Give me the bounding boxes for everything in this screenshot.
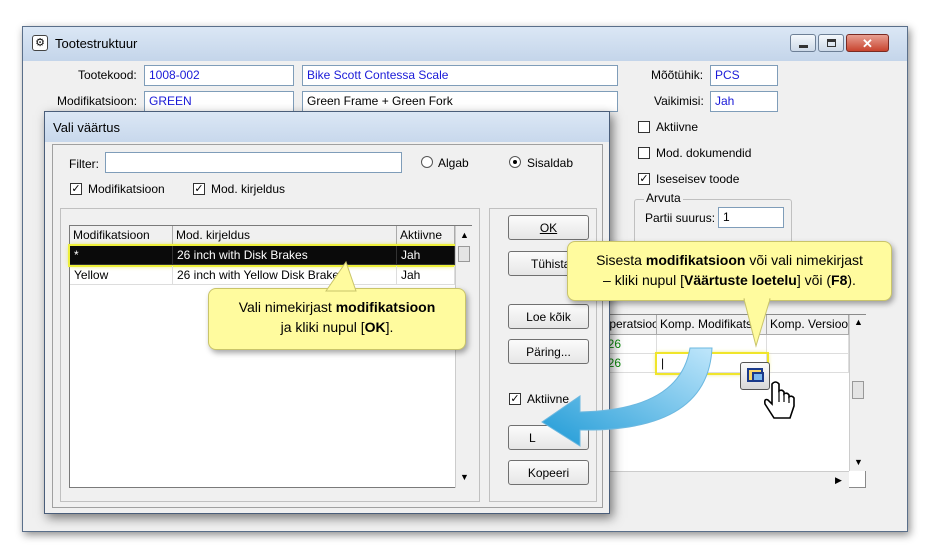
vaikimisi-label: Vaikimisi: [654, 94, 704, 108]
loe-koik-button-label: Loe kõik [526, 309, 571, 324]
list-scroll-up-icon[interactable]: ▲ [460, 230, 469, 240]
dialog-title: Vali väärtus [53, 120, 120, 135]
partii-field[interactable]: 1 [718, 207, 784, 228]
row-active: Jah [397, 246, 455, 265]
modifikatsioon-field[interactable]: GREEN [144, 91, 294, 112]
filter-input[interactable] [105, 152, 402, 173]
scroll-thumb[interactable] [852, 381, 864, 399]
kopeeri-button-label: Kopeeri [527, 465, 570, 480]
curved-arrow-icon [541, 347, 713, 447]
minimize-button[interactable] [790, 34, 816, 52]
tootekood-field[interactable]: 1008-002 [144, 65, 294, 86]
row-active[interactable]: Jah [397, 266, 455, 285]
row-mod: * [70, 246, 173, 265]
radio-sisaldab[interactable] [509, 156, 521, 168]
left-callout-line2: ja kliki nupul [OK]. [280, 319, 394, 335]
modification-desc-field[interactable]: Green Frame + Green Fork [302, 91, 618, 112]
col-header-aktiivne[interactable]: Aktiivne [397, 226, 455, 246]
radio-sisaldab-label: Sisaldab [527, 156, 574, 170]
radio-algab[interactable] [421, 156, 433, 168]
col-header-mod-kirjeldus[interactable]: Mod. kirjeldus [173, 226, 397, 246]
mootuhik-label: Mõõtühik: [651, 68, 704, 82]
modifikatsioon-label: Modifikatsioon: [57, 94, 138, 108]
scroll-down-icon[interactable]: ▼ [854, 457, 863, 467]
col-header-modifikatsioon[interactable]: Modifikatsioon [70, 226, 173, 246]
ok-button-label: OK [539, 220, 558, 235]
filter-label: Filter: [69, 157, 99, 171]
left-callout-line1: Vali nimekirjast modifikatsioon [238, 299, 436, 315]
tootekood-label: Tootekood: [78, 68, 137, 82]
l-button-label: L [529, 430, 536, 445]
mod-kirjeldus-checkbox[interactable]: ✓ [193, 183, 205, 195]
tuhista-button-label: Tühista [531, 256, 571, 271]
list-scroll-thumb[interactable] [458, 246, 470, 262]
list-vertical-scrollbar[interactable]: ▲ ▼ [455, 226, 472, 488]
close-icon: ✕ [862, 36, 873, 51]
modifikatsioon-checkbox-label: Modifikatsioon [88, 182, 165, 196]
app-icon: ⚙ [32, 35, 48, 51]
maximize-icon [827, 39, 836, 47]
scroll-up-icon[interactable]: ▲ [854, 317, 863, 327]
minimize-icon [799, 45, 808, 48]
iseseisev-checkbox[interactable]: ✓ [638, 173, 650, 185]
aktiivne-checkbox[interactable] [638, 121, 650, 133]
list-scroll-down-icon[interactable]: ▼ [460, 472, 469, 482]
right-callout-pointer [743, 298, 771, 348]
left-callout-pointer [325, 260, 357, 292]
mod-dokumendid-label: Mod. dokumendid [656, 146, 752, 160]
kopeeri-button[interactable]: Kopeeri [508, 460, 589, 485]
right-callout: Sisesta modifikatsioon või vali nimekirj… [567, 241, 892, 301]
right-callout-line1: Sisesta modifikatsioon või vali nimekirj… [596, 252, 863, 268]
selected-row[interactable]: * 26 inch with Disk Brakes Jah [68, 244, 457, 267]
hand-cursor-icon [764, 381, 795, 419]
ok-button[interactable]: OK [508, 215, 589, 240]
loe-koik-button[interactable]: Loe kõik [508, 304, 589, 329]
values-grid[interactable]: Modifikatsioon Mod. kirjeldus Aktiivne *… [68, 225, 472, 488]
aktiivne-filter-checkbox[interactable]: ✓ [509, 393, 521, 405]
mod-dokumendid-checkbox[interactable] [638, 147, 650, 159]
mod-kirjeldus-checkbox-label: Mod. kirjeldus [211, 182, 286, 196]
grid-horizontal-scrollbar[interactable]: ▶ [597, 471, 849, 488]
iseseisev-label: Iseseisev toode [656, 172, 740, 186]
vaikimisi-field[interactable]: Jah [710, 91, 778, 112]
maximize-button[interactable] [818, 34, 844, 52]
close-button[interactable]: ✕ [846, 34, 889, 52]
right-callout-line2: – kliki nupul [Väärtuste loetelu] või (F… [603, 272, 856, 288]
main-title-bar: ⚙ Tootestruktuur ✕ [23, 27, 907, 61]
radio-algab-label: Algab [438, 156, 469, 170]
scroll-right-icon[interactable]: ▶ [835, 475, 842, 486]
aktiivne-label: Aktiivne [656, 120, 699, 134]
row-mod[interactable]: Yellow [70, 266, 173, 285]
dialog-title-bar: Vali väärtus [45, 112, 609, 142]
mootuhik-field[interactable]: PCS [710, 65, 778, 86]
arvuta-group-title: Arvuta [644, 191, 683, 205]
modifikatsioon-checkbox[interactable]: ✓ [70, 183, 82, 195]
product-name-field[interactable]: Bike Scott Contessa Scale [302, 65, 618, 86]
window-title: Tootestruktuur [55, 36, 138, 51]
left-callout: Vali nimekirjast modifikatsioon ja kliki… [208, 288, 466, 350]
grid-vertical-scrollbar[interactable]: ▲ ▼ [849, 315, 866, 471]
grid-cell-ver[interactable] [767, 354, 849, 373]
partii-label: Partii suurus: [645, 211, 716, 225]
